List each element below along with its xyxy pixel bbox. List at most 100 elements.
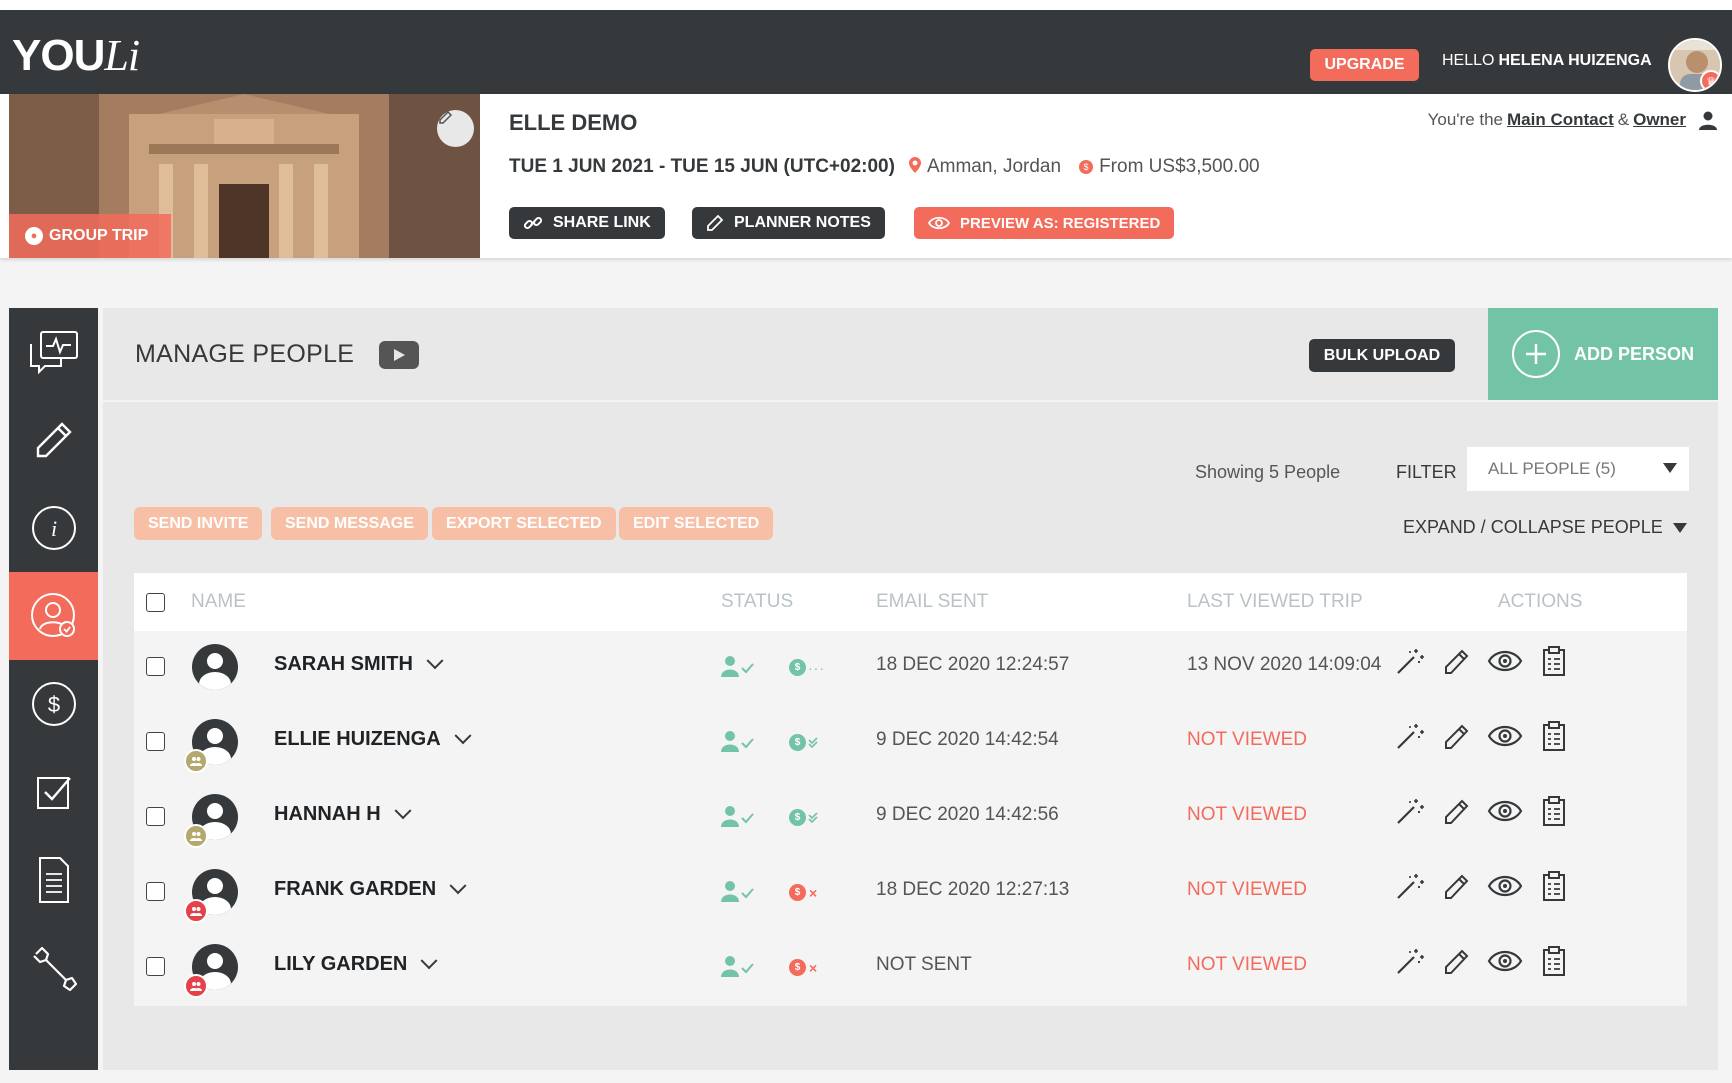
upgrade-button[interactable]: UPGRADE <box>1310 49 1419 81</box>
group-member-icon <box>184 974 208 998</box>
payment-status-icon: $ ··· <box>789 659 825 676</box>
row-actions <box>1394 645 1570 677</box>
person-name-toggle[interactable]: HANNAH H <box>274 801 412 826</box>
column-last-viewed[interactable]: LAST VIEWED TRIP <box>1187 591 1363 613</box>
column-email-sent[interactable]: EMAIL SENT <box>876 591 988 613</box>
edit-pencil-icon[interactable] <box>1440 795 1472 827</box>
chevron-down-icon <box>394 801 412 819</box>
caret-down-icon <box>1672 522 1687 533</box>
main-contact-link[interactable]: Main Contact <box>1507 110 1614 130</box>
view-eye-icon[interactable] <box>1486 645 1524 677</box>
clipboard-icon[interactable] <box>1538 720 1570 752</box>
dollar-icon: $ <box>31 682 76 726</box>
manage-people-header: MANAGE PEOPLE BULK UPLOAD ADD PERSON <box>103 308 1718 400</box>
user-avatar[interactable]: ♛ <box>1668 38 1722 92</box>
dropdown-caret-icon <box>1663 463 1677 473</box>
row-actions <box>1394 870 1570 902</box>
edit-pencil-icon[interactable] <box>1440 645 1472 677</box>
planner-notes-button[interactable]: PLANNER NOTES <box>692 207 885 239</box>
document-icon <box>38 857 69 903</box>
view-eye-icon[interactable] <box>1486 795 1524 827</box>
filter-value: ALL PEOPLE (5) <box>1488 459 1616 478</box>
expand-collapse-toggle[interactable]: EXPAND / COLLAPSE PEOPLE <box>1403 517 1687 538</box>
row-checkbox[interactable] <box>146 657 165 676</box>
edit-pencil-icon[interactable] <box>1440 870 1472 902</box>
clipboard-icon[interactable] <box>1538 795 1570 827</box>
side-nav-activity[interactable] <box>9 308 98 396</box>
magic-wand-icon[interactable] <box>1394 945 1426 977</box>
person-name-toggle[interactable]: SARAH SMITH <box>274 651 444 676</box>
owner-crown-icon: ♛ <box>1700 70 1720 90</box>
send-invite-button[interactable]: SEND INVITE <box>134 507 263 540</box>
side-nav-info[interactable]: i <box>9 484 98 572</box>
magic-wand-icon[interactable] <box>1394 795 1426 827</box>
side-nav-people[interactable] <box>9 572 98 660</box>
edit-pencil-icon[interactable] <box>1440 945 1472 977</box>
magic-wand-icon[interactable] <box>1394 645 1426 677</box>
clipboard-icon[interactable] <box>1538 645 1570 677</box>
side-nav-documents[interactable] <box>9 836 98 924</box>
checkbox-icon <box>36 777 71 809</box>
last-viewed-value: NOT VIEWED <box>1187 804 1307 825</box>
trip-title: ELLE DEMO <box>509 110 638 135</box>
table-row: LILY GARDEN $ × NOT SENT NOT VIEWED <box>134 931 1687 1006</box>
email-sent-value: 9 DEC 2020 14:42:56 <box>876 804 1059 825</box>
group-member-icon <box>184 749 208 773</box>
row-checkbox[interactable] <box>146 732 165 751</box>
row-checkbox[interactable] <box>146 882 165 901</box>
edit-pencil-icon[interactable] <box>1440 720 1472 752</box>
group-member-icon <box>184 899 208 923</box>
trip-dates: TUE 1 JUN 2021 - TUE 15 JUN (UTC+02:00) <box>509 156 895 177</box>
table-row: HANNAH H $ 9 DEC 2020 14:42:56 NOT VIEWE… <box>134 781 1687 856</box>
email-sent-value: 18 DEC 2020 12:27:13 <box>876 879 1070 900</box>
people-table: NAME STATUS EMAIL SENT LAST VIEWED TRIP … <box>134 573 1687 1006</box>
row-checkbox[interactable] <box>146 957 165 976</box>
magic-wand-icon[interactable] <box>1394 720 1426 752</box>
planner-notes-label: PLANNER NOTES <box>734 214 871 231</box>
side-nav-payments[interactable]: $ <box>9 660 98 748</box>
chat-activity-icon <box>29 331 78 374</box>
user-greeting: HELLO HELENA HUIZENGA <box>1442 52 1652 70</box>
view-eye-icon[interactable] <box>1486 945 1524 977</box>
person-name-toggle[interactable]: ELLIE HUIZENGA <box>274 726 472 751</box>
owner-link[interactable]: Owner <box>1633 110 1686 130</box>
row-checkbox[interactable] <box>146 807 165 826</box>
side-nav-edit[interactable] <box>9 396 98 484</box>
side-nav-settings[interactable] <box>9 924 98 1012</box>
clipboard-icon[interactable] <box>1538 870 1570 902</box>
registration-status-icon <box>721 655 755 677</box>
filter-select[interactable]: ALL PEOPLE (5) <box>1467 447 1689 491</box>
row-actions <box>1394 945 1570 977</box>
chevron-down-icon <box>449 876 467 894</box>
column-actions: ACTIONS <box>1498 591 1583 612</box>
magic-wand-icon[interactable] <box>1394 870 1426 902</box>
edit-selected-button[interactable]: EDIT SELECTED <box>619 507 774 540</box>
group-member-icon <box>184 824 208 848</box>
person-name: FRANK GARDEN <box>274 878 437 900</box>
preview-as-button[interactable]: PREVIEW AS: REGISTERED <box>914 207 1175 239</box>
clipboard-icon[interactable] <box>1538 945 1570 977</box>
video-play-icon[interactable] <box>379 341 419 369</box>
bulk-upload-button[interactable]: BULK UPLOAD <box>1309 339 1455 372</box>
view-eye-icon[interactable] <box>1486 720 1524 752</box>
eye-icon <box>928 216 950 230</box>
table-header: NAME STATUS EMAIL SENT LAST VIEWED TRIP … <box>134 573 1687 631</box>
view-eye-icon[interactable] <box>1486 870 1524 902</box>
edit-photo-button[interactable] <box>437 110 474 147</box>
youli-logo[interactable]: YOULi <box>12 30 140 81</box>
send-message-button[interactable]: SEND MESSAGE <box>271 507 428 540</box>
select-all-checkbox[interactable] <box>146 593 165 612</box>
export-selected-button[interactable]: EXPORT SELECTED <box>432 507 616 540</box>
top-navbar: YOULi UPGRADE HELLO HELENA HUIZENGA ♛ <box>0 10 1732 94</box>
person-name-toggle[interactable]: LILY GARDEN <box>274 951 438 976</box>
chevron-down-icon <box>420 951 438 969</box>
table-row: ELLIE HUIZENGA $ 9 DEC 2020 14:42:54 NOT… <box>134 706 1687 781</box>
side-nav-tasks[interactable] <box>9 748 98 836</box>
role-ampersand: & <box>1617 110 1630 129</box>
pencil-icon <box>707 214 724 231</box>
add-person-button[interactable]: ADD PERSON <box>1488 308 1718 400</box>
column-name[interactable]: NAME <box>191 591 246 613</box>
person-name-toggle[interactable]: FRANK GARDEN <box>274 876 467 901</box>
share-link-button[interactable]: SHARE LINK <box>509 207 665 239</box>
email-sent-value: NOT SENT <box>876 954 972 975</box>
